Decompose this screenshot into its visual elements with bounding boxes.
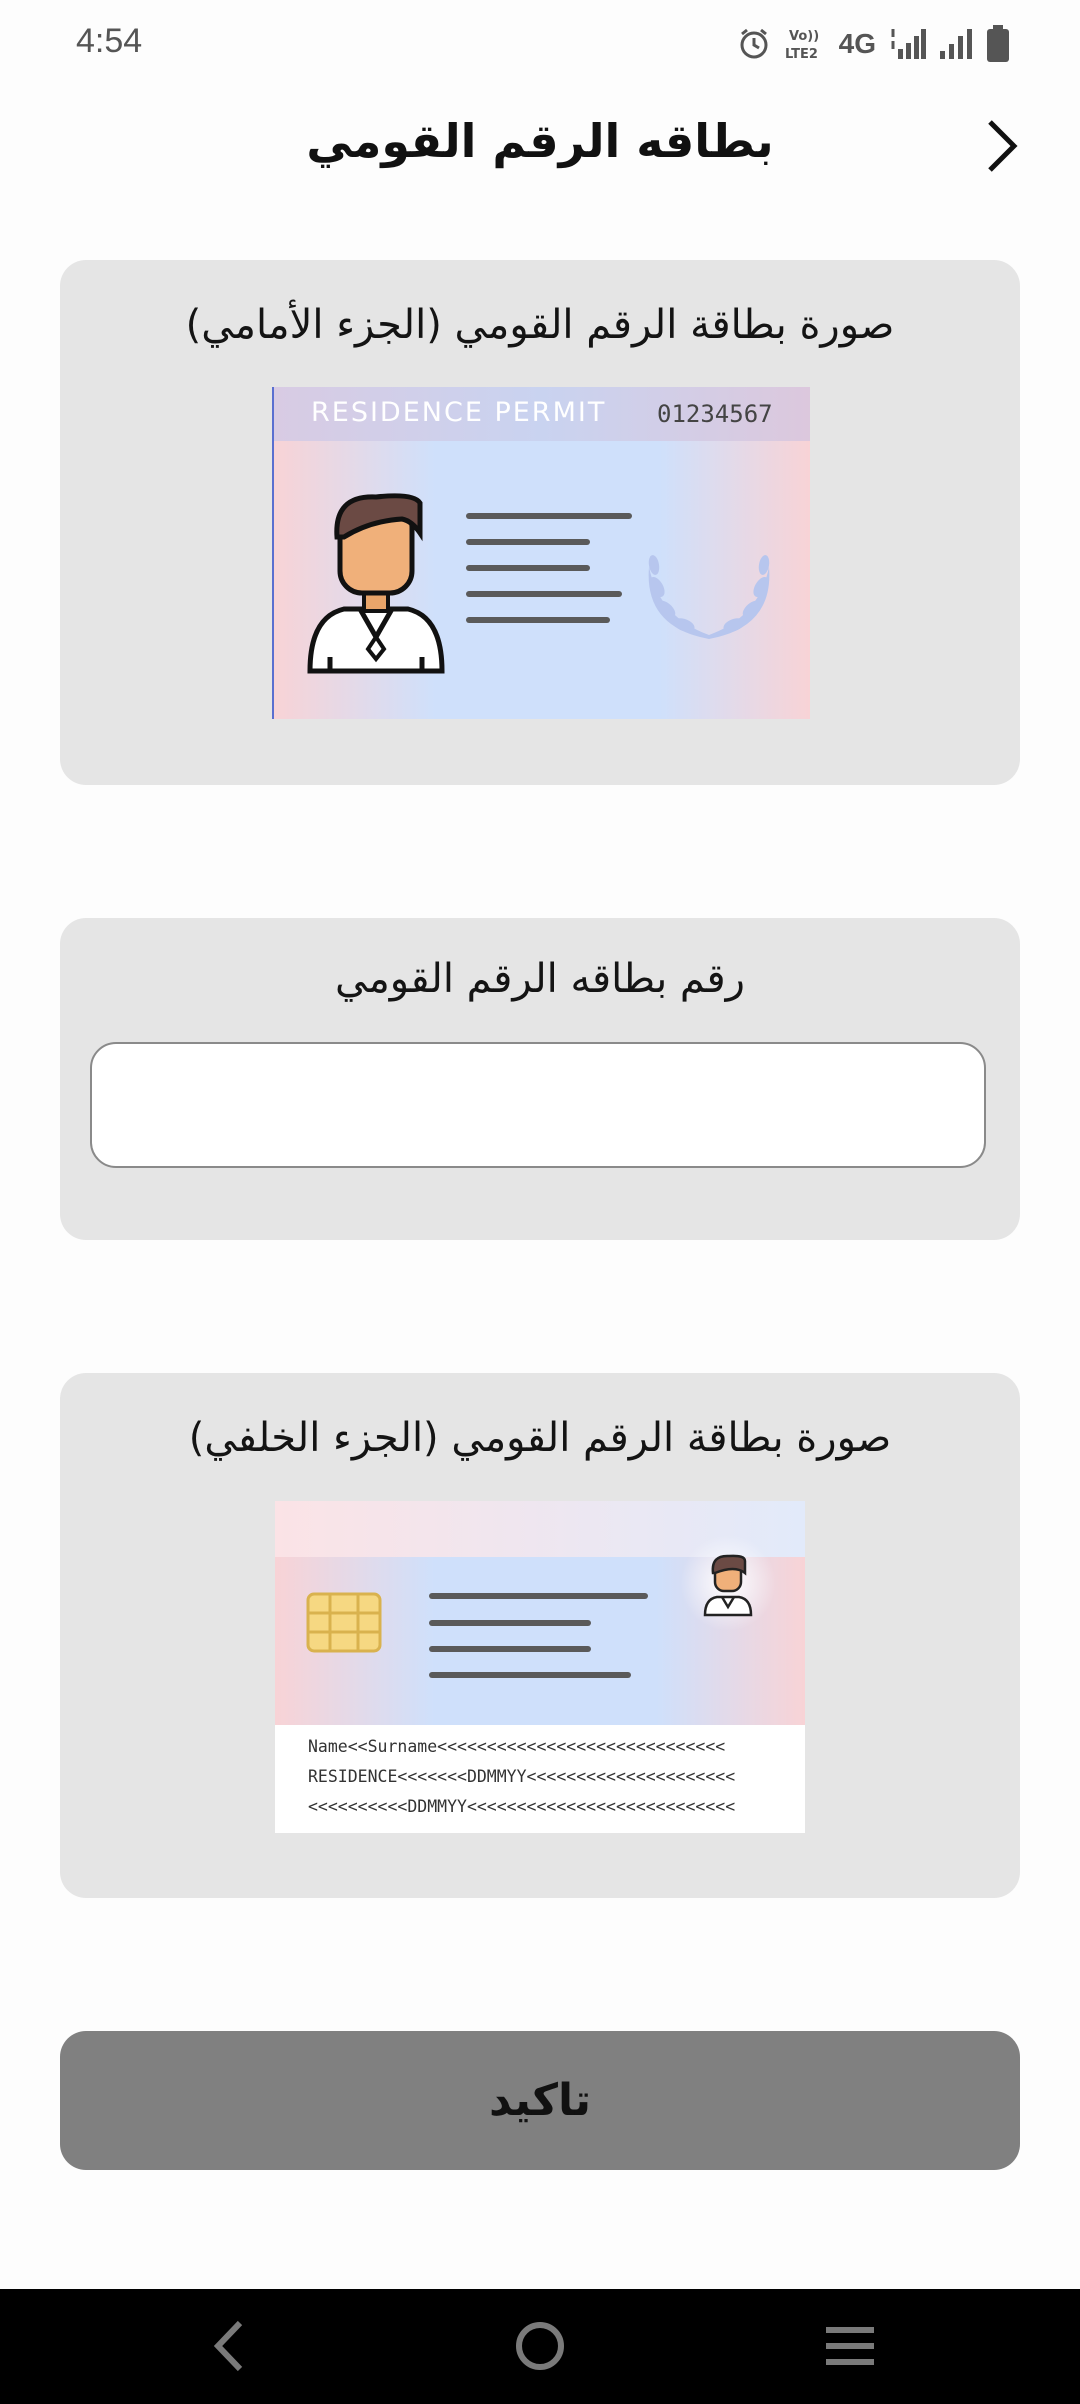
nav-home-button[interactable] (500, 2311, 580, 2381)
back-id-upload-card[interactable]: صورة بطاقة الرقم القومي (الجزء الخلفي) N… (60, 1373, 1020, 1898)
mrz-line: RESIDENCE<<<<<<<DDMMYY<<<<<<<<<<<<<<<<<<… (308, 1767, 736, 1786)
id-back-image (275, 1501, 805, 1725)
alarm-icon (740, 28, 768, 59)
page-title: بطاقه الرقم القومي (306, 114, 774, 168)
national-number-card: رقم بطاقه الرقم القومي (60, 918, 1020, 1240)
national-number-label: رقم بطاقه الرقم القومي (335, 956, 745, 1002)
svg-text:LTE2: LTE2 (785, 47, 818, 62)
national-number-input[interactable] (90, 1042, 986, 1168)
home-nav-icon (516, 2322, 564, 2370)
mrz-line: <<<<<<<<<<DDMMYY<<<<<<<<<<<<<<<<<<<<<<<<… (308, 1797, 736, 1816)
nav-recents-button[interactable] (810, 2311, 890, 2381)
signal-icon (891, 29, 926, 59)
signal-icon (940, 29, 972, 59)
chevron-right-icon (988, 120, 1018, 172)
svg-text:Vo)): Vo)) (789, 29, 819, 44)
system-nav-bar (0, 2289, 1080, 2404)
recents-nav-icon (826, 2327, 874, 2365)
back-nav-icon (213, 2320, 243, 2372)
back-button[interactable] (964, 108, 1040, 184)
confirm-button[interactable]: تاكيد (60, 2031, 1020, 2170)
id-number-text: 01234567 (657, 400, 773, 428)
status-bar: 4:54 Vo)) LTE2 4G (0, 0, 1080, 86)
id-front-illustration[interactable]: RESIDENCE PERMIT 01234567 (272, 387, 810, 719)
back-id-title: صورة بطاقة الرقم القومي (الجزء الخلفي) (188, 1415, 892, 1461)
volte-icon: Vo)) LTE2 (785, 29, 819, 62)
status-icons: Vo)) LTE2 4G (737, 22, 1010, 66)
front-id-upload-card[interactable]: صورة بطاقة الرقم القومي (الجزء الأمامي) … (60, 260, 1020, 785)
mrz-zone: Name<<Surname<<<<<<<<<<<<<<<<<<<<<<<<<<<… (275, 1725, 805, 1833)
id-back-illustration[interactable]: Name<<Surname<<<<<<<<<<<<<<<<<<<<<<<<<<<… (275, 1501, 805, 1833)
front-id-title: صورة بطاقة الرقم القومي (الجزء الأمامي) (185, 302, 895, 348)
mrz-line: Name<<Surname<<<<<<<<<<<<<<<<<<<<<<<<<<<… (308, 1737, 726, 1756)
4g-icon: 4G (838, 28, 876, 59)
id-header-text: RESIDENCE PERMIT (311, 397, 606, 428)
header: بطاقه الرقم القومي (0, 100, 1080, 190)
id-front-image: RESIDENCE PERMIT 01234567 (274, 387, 810, 719)
sim-chip-icon (306, 1592, 382, 1653)
status-time: 4:54 (76, 22, 143, 60)
battery-icon (987, 25, 1009, 62)
nav-back-button[interactable] (188, 2311, 268, 2381)
